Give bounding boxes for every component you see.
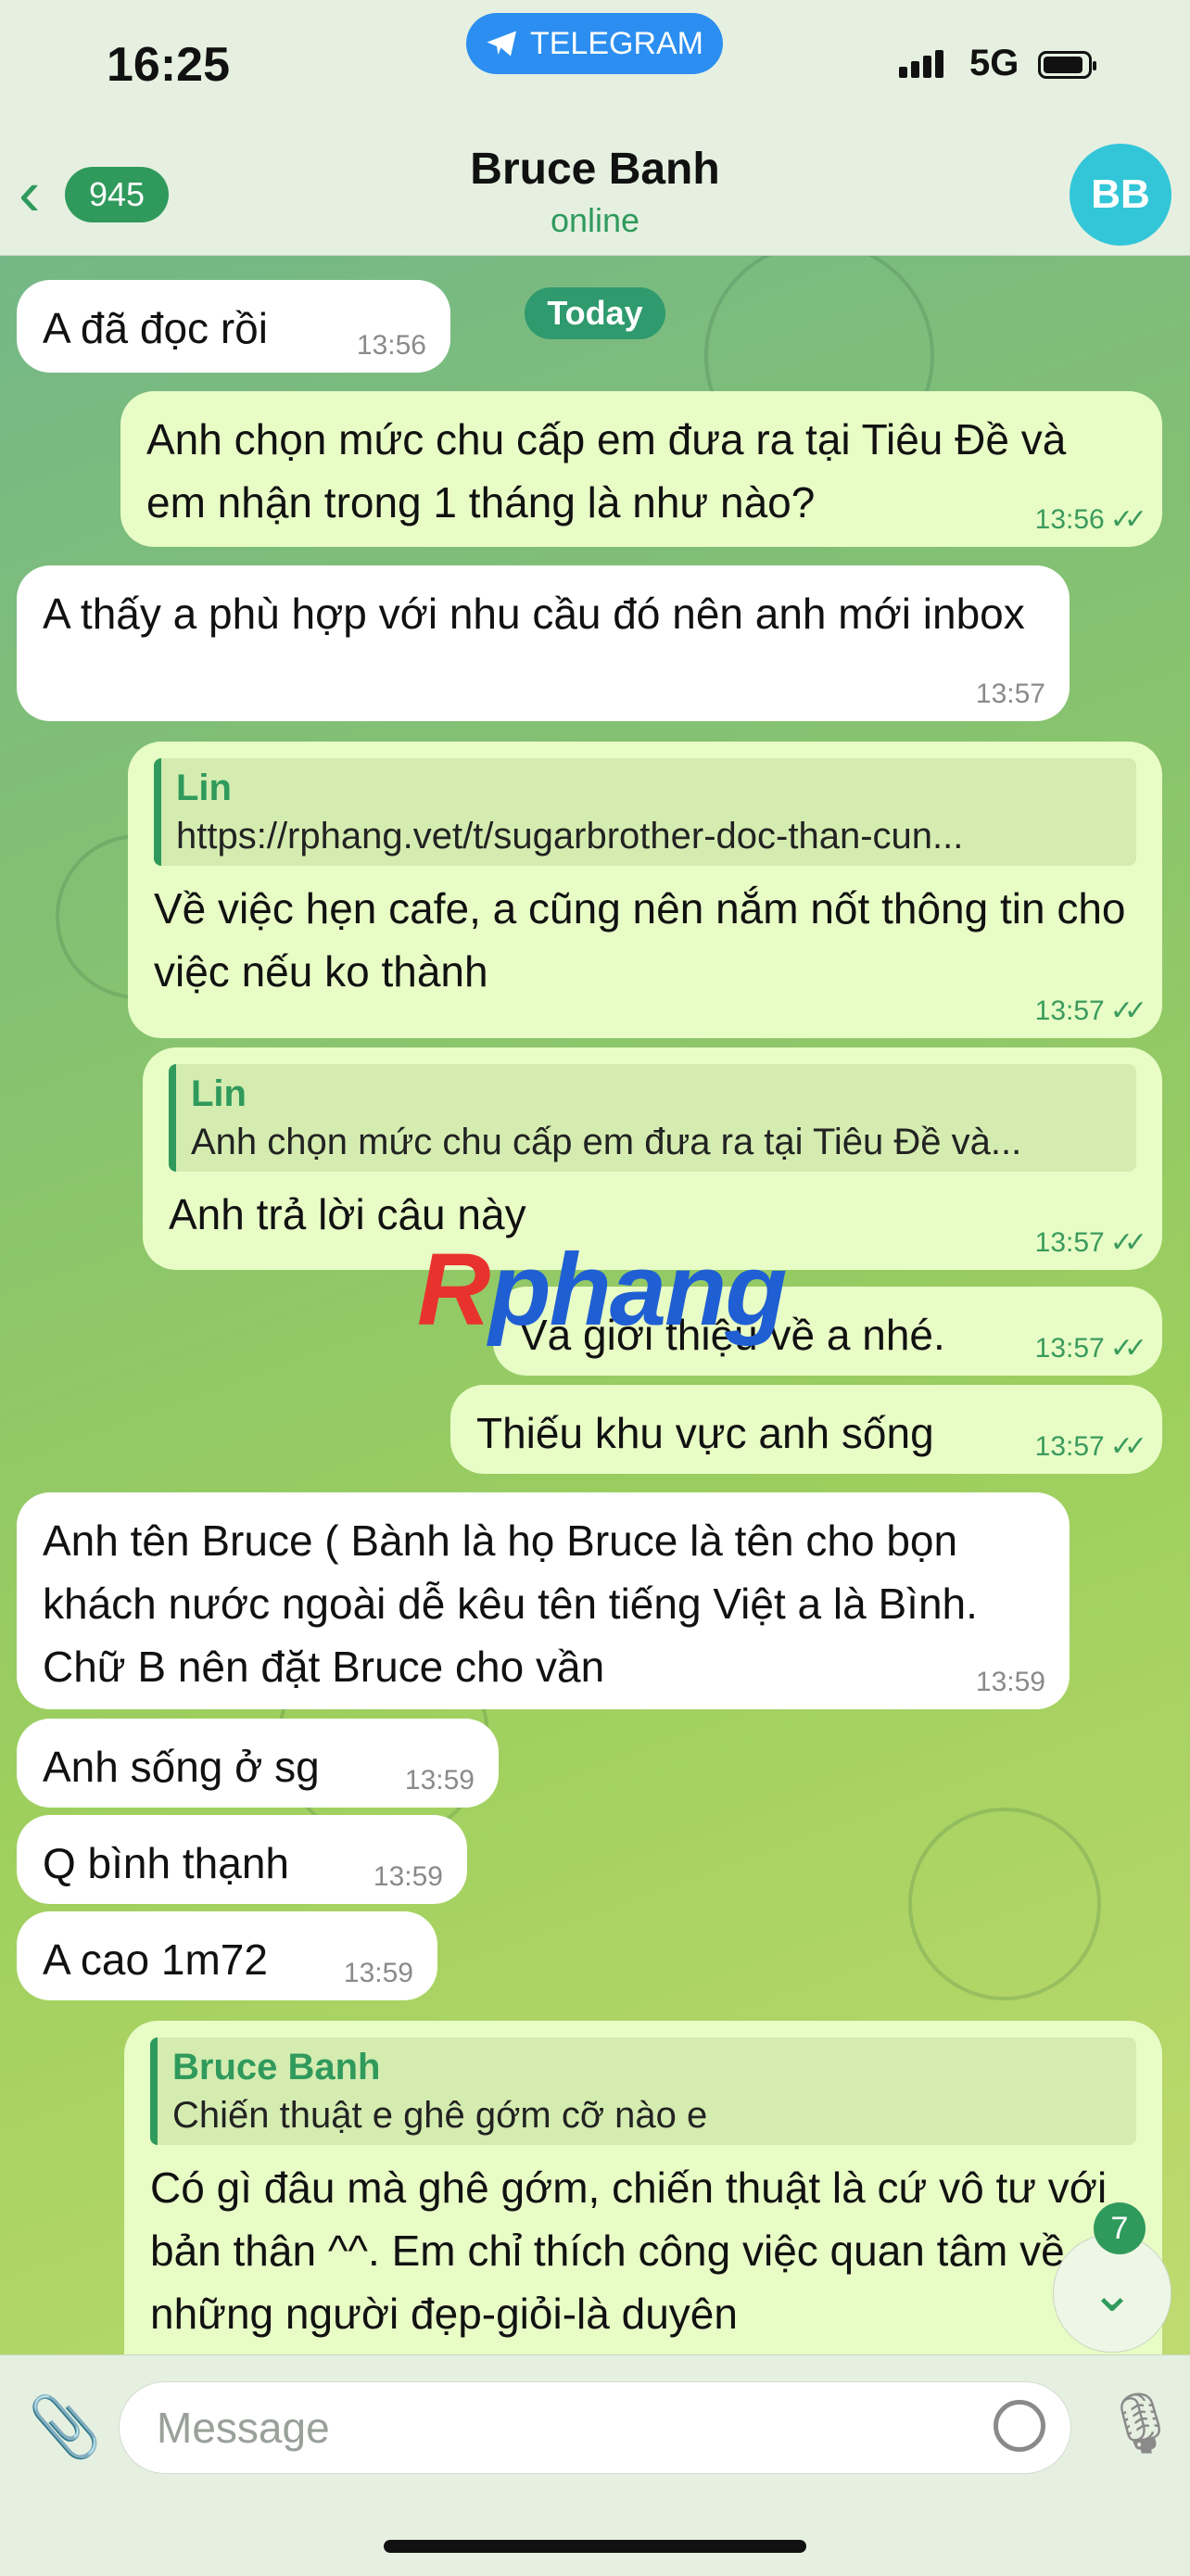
network-type: 5G <box>969 43 1019 83</box>
message-bubble[interactable]: Bruce Banh Chiến thuật e ghê gớm cỡ nào … <box>124 2021 1162 2354</box>
message-time: 13:57 <box>1034 996 1105 1026</box>
signal-icon <box>899 50 947 78</box>
double-check-icon: ✓✓ <box>1109 1227 1147 1258</box>
message-time: 13:59 <box>404 1765 475 1796</box>
double-check-icon: ✓✓ <box>1109 1333 1147 1364</box>
date-separator: Today <box>525 287 665 339</box>
message-text: Anh tên Bruce ( Bành là họ Bruce là tên … <box>43 1516 978 1691</box>
message-time: 13:59 <box>343 1958 413 1988</box>
battery-icon <box>1038 51 1096 79</box>
message-bubble[interactable]: A cao 1m72 13:59 <box>17 1911 437 2000</box>
message-time: 13:59 <box>975 1667 1045 1697</box>
home-indicator <box>384 2540 806 2553</box>
chat-title[interactable]: Bruce Banh <box>0 144 1190 195</box>
reply-quote[interactable]: Lin https://rphang.vet/t/sugarbrother-do… <box>154 758 1136 866</box>
message-bubble[interactable]: Thiếu khu vực anh sống 13:57 ✓✓ <box>450 1385 1162 1474</box>
reply-text: Anh chọn mức chu cấp em đưa ra tại Tiêu … <box>191 1122 1022 1162</box>
reply-text: Chiến thuật e ghê gớm cỡ nào e <box>172 2095 708 2136</box>
message-text: Q bình thạnh <box>43 1839 289 1887</box>
wallpaper-doodle <box>908 1808 1101 2000</box>
message-text: A cao 1m72 <box>43 1935 268 1984</box>
avatar[interactable]: BB <box>1070 144 1171 246</box>
message-meta: 13:57 ✓✓ <box>1034 1333 1147 1364</box>
message-time: 13:57 <box>1034 1333 1105 1364</box>
message-meta: 13:56 ✓✓ <box>1034 504 1147 535</box>
double-check-icon: ✓✓ <box>1109 996 1147 1026</box>
message-bubble[interactable]: A đã đọc rồi 13:56 <box>17 280 450 373</box>
message-bubble[interactable]: A thấy a phù hợp với nhu cầu đó nên anh … <box>17 565 1070 721</box>
chat-status: online <box>550 201 640 239</box>
message-text: Về việc hẹn cafe, a cũng nên nắm nốt thô… <box>154 884 1126 996</box>
double-check-icon: ✓✓ <box>1109 504 1147 535</box>
reply-author: Lin <box>191 1073 247 1114</box>
message-time: 13:56 <box>356 330 426 361</box>
message-bubble[interactable]: Anh chọn mức chu cấp em đưa ra tại Tiêu … <box>120 391 1162 547</box>
reply-text: https://rphang.vet/t/sugarbrother-doc-th… <box>176 816 964 857</box>
double-check-icon: ✓✓ <box>1109 1431 1147 1462</box>
telegram-pill-label: TELEGRAM <box>529 25 704 61</box>
telegram-pill[interactable]: TELEGRAM <box>466 13 723 74</box>
message-bubble[interactable]: Anh sống ở sg 13:59 <box>17 1719 499 1808</box>
message-bubble[interactable]: Lin https://rphang.vet/t/sugarbrother-do… <box>128 742 1162 1038</box>
message-meta: 13:57 ✓✓ <box>1034 1431 1147 1462</box>
reply-author: Lin <box>176 768 232 808</box>
chat-header: ‹ 945 Bruce Banh online BB <box>0 134 1190 256</box>
status-time: 16:25 <box>107 38 230 92</box>
reply-quote[interactable]: Bruce Banh Chiến thuật e ghê gớm cỡ nào … <box>150 2037 1136 2145</box>
watermark-logo: Rphang <box>417 1233 787 1347</box>
telegram-plane-icon <box>487 31 516 57</box>
message-text: Thiếu khu vực anh sống <box>476 1409 934 1457</box>
message-bubble[interactable]: Q bình thạnh 13:59 <box>17 1815 467 1904</box>
chevron-down-icon: ⌄ <box>1090 2264 1134 2322</box>
message-text: Anh chọn mức chu cấp em đưa ra tại Tiêu … <box>146 415 1067 527</box>
message-time: 13:57 <box>1034 1227 1105 1258</box>
message-text: Anh sống ở sg <box>43 1743 320 1791</box>
message-text: Có gì đâu mà ghê gớm, chiến thuật là cứ … <box>150 2164 1108 2338</box>
message-bubble[interactable]: Anh tên Bruce ( Bành là họ Bruce là tên … <box>17 1492 1070 1709</box>
reply-quote[interactable]: Lin Anh chọn mức chu cấp em đưa ra tại T… <box>169 1064 1136 1172</box>
message-time: 13:56 <box>1034 504 1105 535</box>
reply-author: Bruce Banh <box>172 2047 381 2087</box>
message-time: 13:57 <box>1034 1431 1105 1462</box>
message-time: 13:59 <box>373 1861 443 1892</box>
paperclip-icon[interactable]: 📎 <box>28 2392 102 2462</box>
message-time: 13:57 <box>975 679 1045 709</box>
microphone-icon[interactable]: 🎙 <box>1103 2389 1178 2458</box>
message-meta: 13:57 ✓✓ <box>1034 1227 1147 1258</box>
message-text: A đã đọc rồi <box>43 304 268 352</box>
message-input[interactable] <box>119 2381 1071 2474</box>
sticker-icon[interactable] <box>994 2400 1045 2452</box>
status-bar: 16:25 TELEGRAM 5G <box>0 0 1190 134</box>
message-meta: 13:57 ✓✓ <box>1034 996 1147 1026</box>
unread-below-badge: 7 <box>1094 2202 1146 2254</box>
message-text: A thấy a phù hợp với nhu cầu đó nên anh … <box>43 590 1025 638</box>
